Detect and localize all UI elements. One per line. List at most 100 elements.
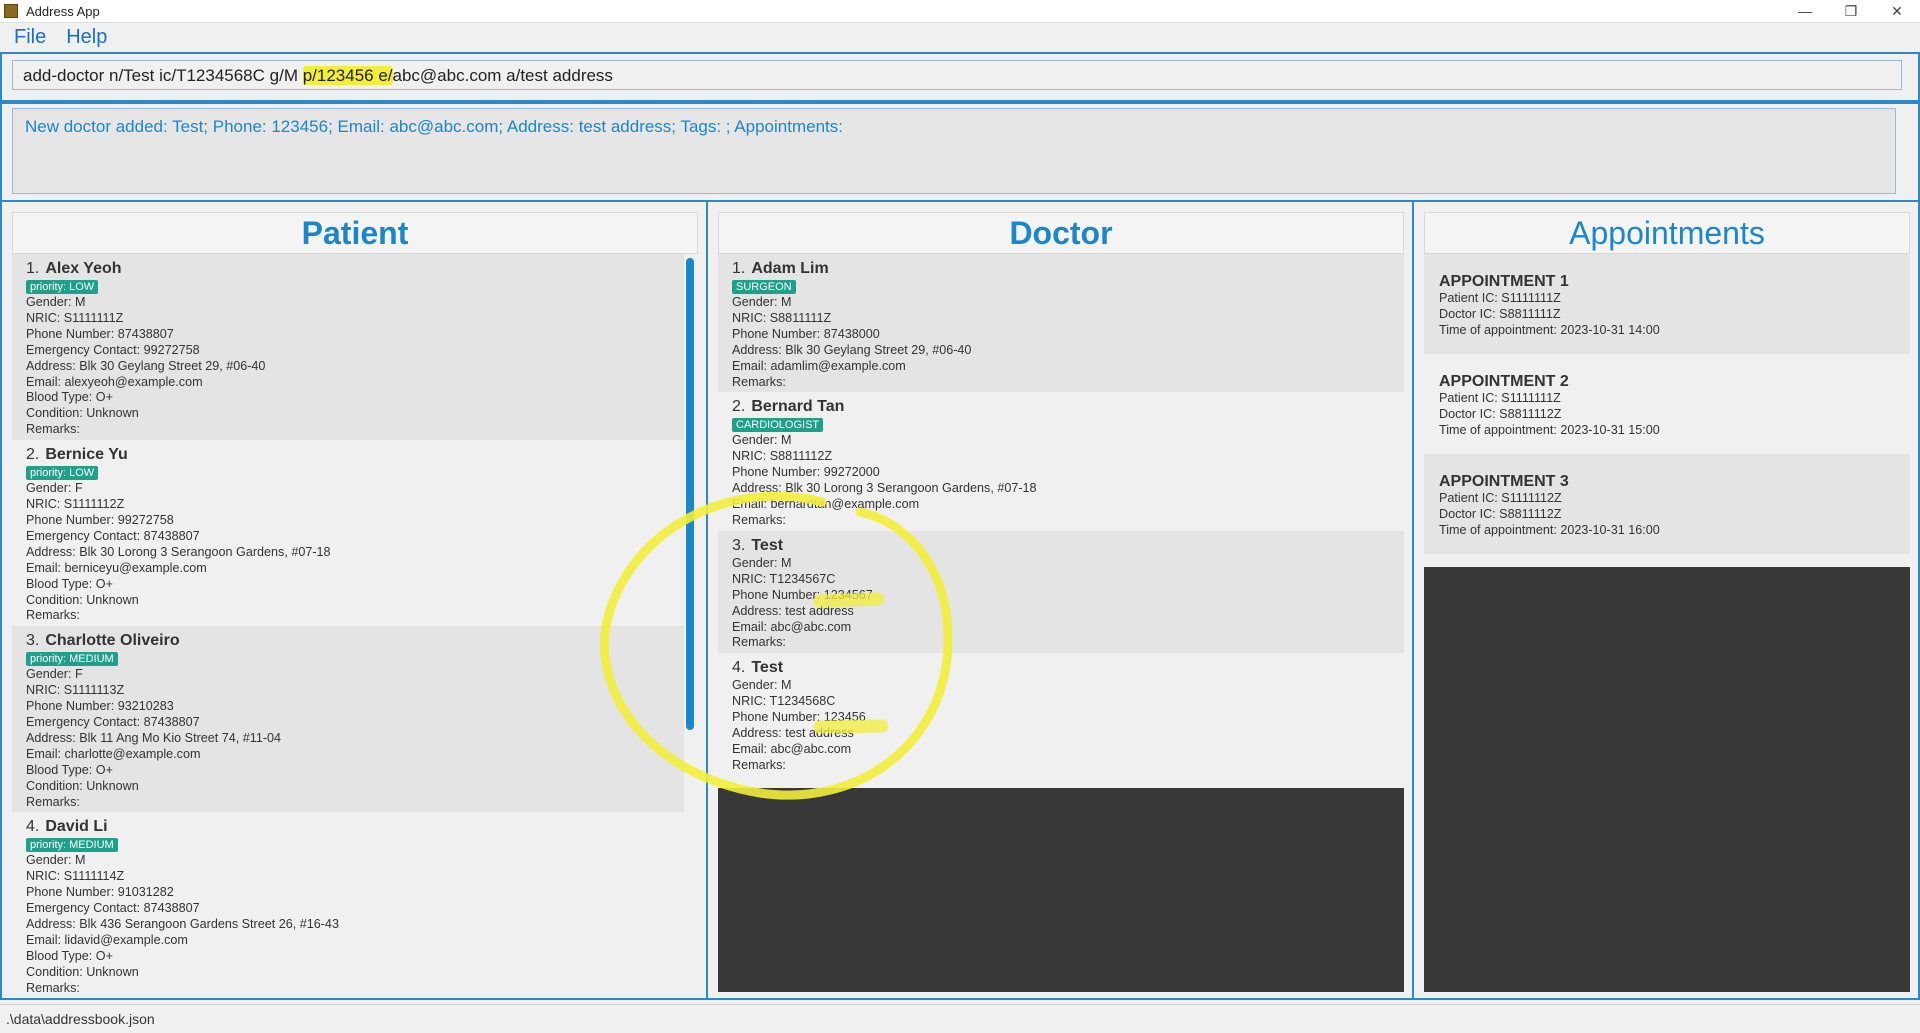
- patient-address: Address: Blk 436 Serangoon Gardens Stree…: [26, 917, 339, 932]
- patient-card[interactable]: 1. Alex Yeoh priority: LOW Gender: M NRIC: S…: [12, 254, 684, 441]
- specialty-tag: SURGEON: [732, 280, 796, 294]
- patient-name: Alex Yeoh: [45, 260, 122, 277]
- command-input[interactable]: add-doctor n/Test ic/T1234568C g/M p/123…: [12, 60, 1902, 90]
- patient-name: David Li: [45, 818, 108, 836]
- patient-index: 4.: [26, 818, 40, 836]
- priority-tag: priority: MEDIUM: [26, 838, 118, 853]
- patient-tag-row: priority: LOW: [26, 279, 670, 295]
- command-box: add-doctor n/Test ic/T1234568C g/M p/123…: [0, 52, 1920, 102]
- patient-email: Email: charlotte@example.com: [26, 746, 201, 761]
- doctor-index: 3.: [732, 536, 746, 554]
- doctor-phone-label: Phone Number: [732, 587, 817, 602]
- patient-nric: NRIC: S1111112Z: [26, 497, 125, 512]
- command-text-highlighted: p/123456 e/: [302, 66, 393, 85]
- patient-card-header: 2. Bernice Yu: [26, 444, 670, 465]
- patient-condition: Condition: Unknown: [26, 964, 139, 979]
- doctor-phone: Phone Number: 123456: [732, 710, 1390, 726]
- patient-card[interactable]: 4. David Li priority: MEDIUM Gender: M NRIC:…: [12, 812, 684, 998]
- appointment-card[interactable]: APPOINTMENT 1 Patient IC: S1111111Z Doctor…: [1424, 254, 1910, 354]
- patient-email: Email: lidavid@example.com: [26, 933, 188, 947]
- doctor-card[interactable]: 3. Test Gender: M NRIC: T1234567C Phone Numb…: [718, 530, 1404, 654]
- doctor-index: 1.: [732, 260, 746, 277]
- doctor-panel-title: Doctor: [718, 212, 1404, 254]
- doctor-gender: Gender: M: [732, 295, 792, 309]
- appointment-doctor-ic: Doctor IC: S8811112Z: [1439, 506, 1562, 521]
- doctor-address: Address: Blk 30 Geylang Street 29, #06-4…: [732, 342, 972, 357]
- appointment-title: APPOINTMENT 3: [1439, 473, 1569, 490]
- patient-tag-row: priority: MEDIUM: [26, 651, 670, 667]
- priority-tag: priority: MEDIUM: [26, 652, 118, 667]
- doctor-remarks: Remarks:: [732, 512, 786, 527]
- patient-nric: NRIC: S1111111Z: [26, 310, 124, 325]
- doctor-phone: Phone Number: 87438000: [732, 327, 1390, 343]
- doctor-nric: NRIC: S8811112Z: [732, 449, 833, 464]
- doctor-tag-row: SURGEON: [732, 279, 1390, 295]
- patient-email: Email: alexyeoh@example.com: [26, 374, 203, 389]
- patient-panel: Patient 1. Alex Yeoh priority: LOW Gender: …: [0, 200, 708, 1000]
- patient-index: 1.: [26, 260, 40, 277]
- patient-gender: Gender: F: [26, 667, 83, 682]
- patient-phone: Phone Number: 99272758: [26, 512, 174, 527]
- doctor-card[interactable]: 2. Bernard Tan CARDIOLOGIST Gender: M NRIC: …: [718, 392, 1404, 530]
- appointment-time: Time of appointment: 2023-10-31 15:00: [1439, 422, 1660, 437]
- patient-tag-row: priority: MEDIUM: [26, 837, 670, 853]
- appointments-panel-title: Appointments: [1424, 212, 1910, 254]
- patient-panel-title: Patient: [12, 212, 698, 254]
- doctor-card[interactable]: 4. Test Gender: M NRIC: T1234568C Phone Numb…: [718, 653, 1404, 775]
- restore-icon[interactable]: ❐: [1828, 0, 1874, 22]
- doctor-phone-value: : 1234567: [816, 587, 873, 602]
- patient-emergency: Emergency Contact: 87438807: [26, 715, 200, 730]
- status-bar: .\data\addressbook.json: [0, 1004, 1920, 1033]
- window-title: Address App: [26, 3, 100, 19]
- patient-name: Charlotte Oliveiro: [45, 632, 180, 650]
- appointment-card[interactable]: APPOINTMENT 2 Patient IC: S1111111Z Doctor…: [1424, 354, 1910, 454]
- doctor-gender: Gender: M: [732, 678, 792, 693]
- patient-blood: Blood Type: O+: [26, 576, 113, 591]
- appointment-list-empty-area: [1424, 567, 1910, 992]
- priority-tag: priority: LOW: [26, 280, 99, 294]
- patient-card[interactable]: 2. Bernice Yu priority: LOW Gender: F NRIC: …: [12, 440, 684, 626]
- patient-name: Bernice Yu: [45, 446, 128, 464]
- patient-list-scrollbar[interactable]: [686, 258, 694, 730]
- appointment-card[interactable]: APPOINTMENT 3 Patient IC: S1111112Z Doctor…: [1424, 454, 1910, 554]
- patient-address: Address: Blk 30 Geylang Street 29, #06-4…: [26, 358, 266, 373]
- close-icon[interactable]: ✕: [1874, 0, 1920, 22]
- window-controls: — ❐ ✕: [1782, 0, 1920, 22]
- doctor-phone-label: Phone Number: [732, 710, 817, 725]
- appointment-doctor-ic: Doctor IC: S8811111Z: [1439, 306, 1561, 321]
- doctor-phone: Phone Number: 1234567: [732, 588, 1390, 604]
- patient-card-header: 3. Charlotte Oliveiro: [26, 630, 670, 651]
- doctor-remarks: Remarks:: [732, 757, 786, 772]
- save-location-path: .\data\addressbook.json: [6, 1011, 155, 1027]
- doctor-phone-value: : 123456: [816, 710, 866, 725]
- menu-file[interactable]: File: [14, 26, 46, 49]
- appointment-doctor-ic: Doctor IC: S8811112Z: [1439, 406, 1562, 421]
- patient-email: Email: berniceyu@example.com: [26, 560, 207, 575]
- patient-condition: Condition: Unknown: [26, 592, 139, 607]
- minimize-icon[interactable]: —: [1782, 0, 1828, 22]
- doctor-remarks: Remarks:: [732, 374, 786, 389]
- doctor-card[interactable]: 1. Adam Lim SURGEON Gender: M NRIC: S8811111…: [718, 254, 1404, 393]
- doctor-nric: NRIC: T1234568C: [732, 694, 836, 709]
- patient-phone: Phone Number: 87438807: [26, 326, 174, 341]
- doctor-phone-value: : 87438000: [816, 326, 880, 341]
- menu-help[interactable]: Help: [66, 26, 107, 49]
- patient-blood: Blood Type: O+: [26, 948, 113, 963]
- doctor-index: 4.: [732, 659, 746, 677]
- appointment-title: APPOINTMENT 1: [1439, 273, 1569, 290]
- command-text-end: abc@abc.com a/test address: [392, 66, 613, 85]
- appointments-panel: Appointments APPOINTMENT 1 Patient IC: S1…: [1412, 200, 1920, 1000]
- patient-emergency: Emergency Contact: 99272758: [26, 342, 200, 357]
- title-bar: Address App — ❐ ✕: [0, 0, 1920, 23]
- patient-remarks: Remarks:: [26, 608, 80, 623]
- patient-nric: NRIC: S1111113Z: [26, 683, 125, 698]
- doctor-address: Address: test address: [732, 603, 854, 618]
- doctor-name: Test: [751, 536, 784, 554]
- patient-list[interactable]: 1. Alex Yeoh priority: LOW Gender: M NRIC: S…: [12, 254, 684, 998]
- doctor-card-header: 3. Test: [732, 535, 1390, 556]
- patient-gender: Gender: F: [26, 481, 83, 496]
- patient-emergency: Emergency Contact: 87438807: [26, 901, 200, 916]
- appointment-patient-ic: Patient IC: S1111111Z: [1439, 391, 1561, 405]
- patient-card[interactable]: 3. Charlotte Oliveiro priority: MEDIUM Gend…: [12, 626, 684, 813]
- patient-phone: Phone Number: 93210283: [26, 699, 174, 714]
